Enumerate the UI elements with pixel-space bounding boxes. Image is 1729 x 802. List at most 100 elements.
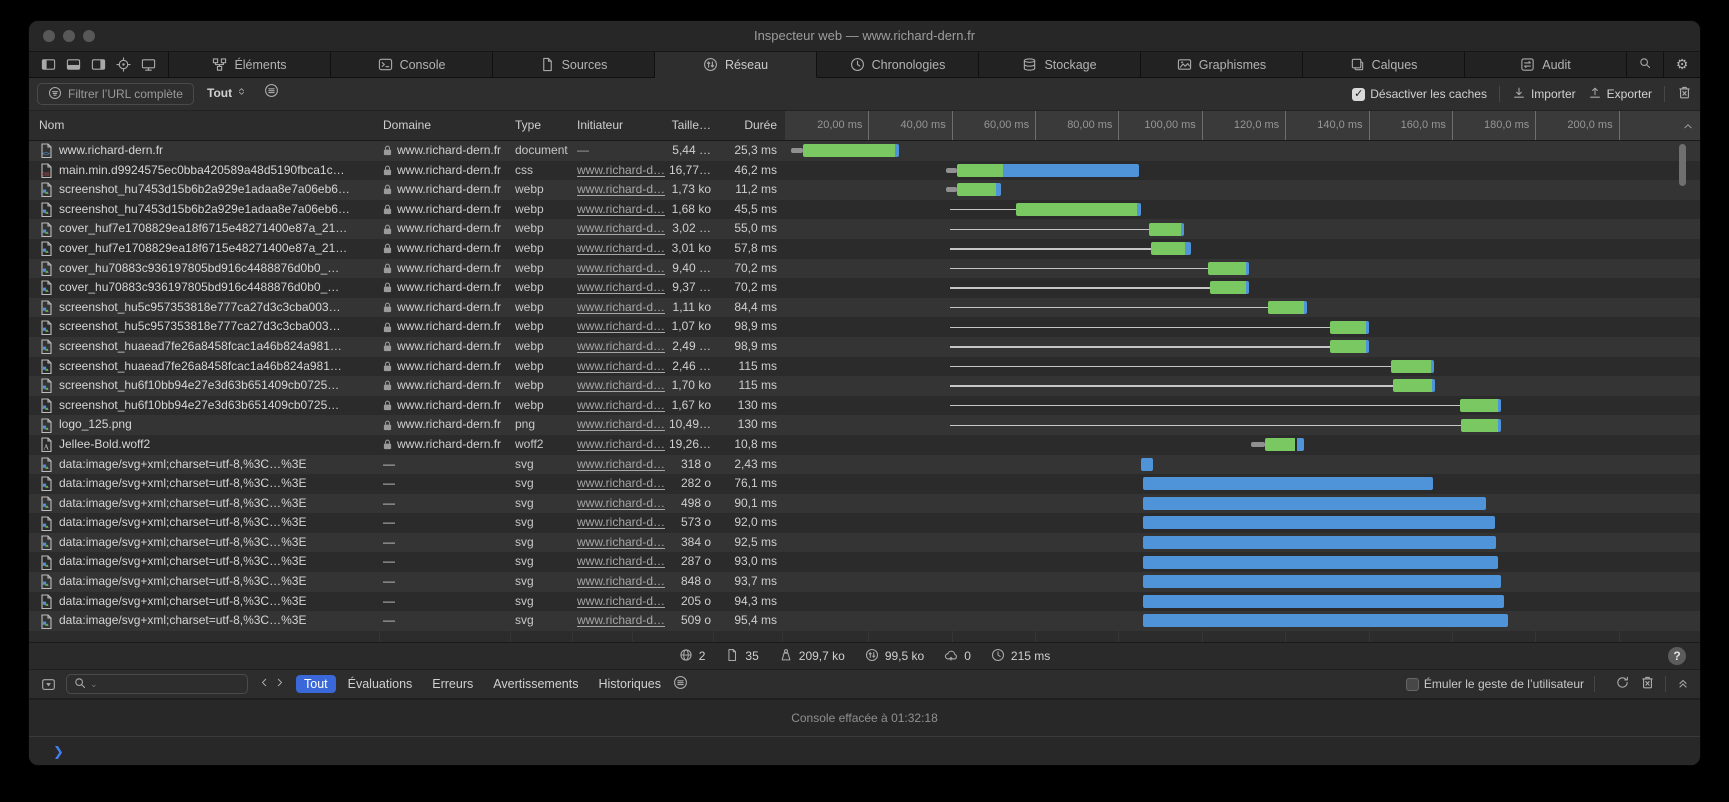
resource-duration: 90,1 ms — [715, 494, 777, 514]
resource-size: 5,44 … — [637, 141, 711, 161]
options-circle-icon[interactable] — [264, 83, 279, 103]
waterfall-response-bar — [1391, 360, 1431, 373]
table-row[interactable]: data:image/svg+xml;charset=utf-8,%3C…%3E… — [29, 455, 1700, 475]
table-row[interactable]: data:image/svg+xml;charset=utf-8,%3C…%3E… — [29, 474, 1700, 494]
collapse-chevrons-icon[interactable] — [1676, 676, 1690, 693]
ruler-tick-label: 160,0 ms — [1368, 111, 1446, 140]
nav-forward-chevron-icon[interactable] — [273, 676, 286, 692]
refresh-icon[interactable] — [1615, 675, 1630, 693]
status-bar: 2 35 209,7 ko 99,5 ko 0 215 ms ? — [29, 643, 1700, 670]
table-row[interactable]: screenshot_hu7453d15b6b2a929e1adaa8e7a06… — [29, 200, 1700, 220]
table-row[interactable]: <>www.richard-dern.frwww.richard-dern.fr… — [29, 141, 1700, 161]
console-collapse-icon[interactable] — [41, 677, 56, 692]
table-row[interactable]: cover_hu70883c936197805bd916c4488876d0b0… — [29, 278, 1700, 298]
resource-size: 205 o — [637, 592, 711, 612]
tab-stockage[interactable]: Stockage — [979, 52, 1141, 78]
console-prompt[interactable]: ❯ — [29, 737, 1700, 766]
disable-caches-toggle[interactable]: ✓ Désactiver les caches — [1352, 87, 1487, 101]
table-row[interactable]: screenshot_huaead7fe26a8458fcac1a46b824a… — [29, 357, 1700, 377]
layers-icon — [1350, 57, 1365, 72]
resource-duration: 57,8 ms — [715, 239, 777, 259]
url-filter-input[interactable]: Filtrer l’URL complète — [37, 83, 194, 105]
element-picker-icon[interactable] — [116, 57, 131, 72]
console-icon — [378, 57, 393, 72]
table-row[interactable]: screenshot_hu7453d15b6b2a929e1adaa8e7a06… — [29, 180, 1700, 200]
resource-name: data:image/svg+xml;charset=utf-8,%3C…%3E — [59, 513, 375, 533]
console-filter-tout[interactable]: Tout — [296, 675, 336, 693]
tab-audit[interactable]: Audit — [1465, 52, 1627, 78]
dock-bottom-icon[interactable] — [66, 57, 81, 72]
tab-reseau[interactable]: Réseau — [655, 52, 817, 78]
device-icon[interactable] — [141, 57, 156, 72]
tab-console[interactable]: Console — [331, 52, 493, 78]
resource-name: screenshot_hu7453d15b6b2a929e1adaa8e7a06… — [59, 180, 375, 200]
table-row[interactable]: screenshot_hu5c957353818e777ca27d3c3cba0… — [29, 298, 1700, 318]
screen: Inspecteur web — www.richard-dern.fr Élé… — [0, 0, 1729, 802]
table-row[interactable]: data:image/svg+xml;charset=utf-8,%3C…%3E… — [29, 552, 1700, 572]
clear-network-trash-icon[interactable] — [1677, 85, 1692, 103]
table-row[interactable]: data:image/svg+xml;charset=utf-8,%3C…%3E… — [29, 494, 1700, 514]
console-filter-historiques[interactable]: Historiques — [590, 675, 669, 693]
dock-right-icon[interactable] — [91, 57, 106, 72]
column-header-initiator[interactable]: Initiateur — [577, 111, 623, 140]
table-row[interactable]: data:image/svg+xml;charset=utf-8,%3C…%3E… — [29, 592, 1700, 612]
table-row[interactable]: data:image/svg+xml;charset=utf-8,%3C…%3E… — [29, 533, 1700, 553]
column-header-domain[interactable]: Domaine — [383, 111, 431, 140]
import-button[interactable]: Importer — [1512, 86, 1576, 103]
waterfall-wait-line — [950, 248, 1151, 249]
tab-graphismes[interactable]: Graphismes — [1141, 52, 1303, 78]
tab-chronologies[interactable]: Chronologies — [817, 52, 979, 78]
waterfall-response-bar — [803, 144, 896, 157]
dock-left-icon[interactable] — [41, 57, 56, 72]
tab-calques[interactable]: Calques — [1303, 52, 1465, 78]
nav-back-chevron-icon[interactable] — [258, 676, 271, 692]
type-filter-select[interactable]: Tout — [207, 83, 247, 103]
tab-sources[interactable]: Sources — [493, 52, 655, 78]
column-header-size[interactable]: Taille… — [637, 111, 711, 140]
resource-name: data:image/svg+xml;charset=utf-8,%3C…%3E — [59, 455, 375, 475]
search-button[interactable] — [1627, 52, 1664, 78]
table-row[interactable]: data:image/svg+xml;charset=utf-8,%3C…%3E… — [29, 513, 1700, 533]
table-row[interactable]: cover_hu70883c936197805bd916c4488876d0b0… — [29, 259, 1700, 279]
settings-button[interactable]: ⚙ — [1664, 52, 1700, 78]
file-type-icon — [39, 533, 55, 553]
tab-label: Éléments — [234, 58, 286, 72]
table-row[interactable]: data:image/svg+xml;charset=utf-8,%3C…%3E… — [29, 572, 1700, 592]
resource-duration: 11,2 ms — [715, 180, 777, 200]
vertical-scrollbar-thumb[interactable] — [1679, 144, 1686, 186]
resource-size: 384 o — [637, 533, 711, 553]
table-row[interactable]: screenshot_huaead7fe26a8458fcac1a46b824a… — [29, 337, 1700, 357]
table-row[interactable]: cover_huf7e1708829ea18f6715e48271400e87a… — [29, 219, 1700, 239]
help-button[interactable]: ? — [1668, 647, 1686, 665]
scroll-up-chevron-icon[interactable] — [1673, 111, 1701, 140]
console-filter-erreurs[interactable]: Erreurs — [424, 675, 481, 693]
console-filter-options-icon[interactable] — [673, 675, 688, 693]
import-icon — [1512, 86, 1526, 103]
emulate-user-gesture-toggle[interactable]: Émuler le geste de l’utilisateur — [1406, 677, 1584, 691]
resource-duration: 92,0 ms — [715, 513, 777, 533]
resource-duration: 115 ms — [715, 357, 777, 377]
console-filter-evaluations[interactable]: Évaluations — [340, 675, 421, 693]
table-row[interactable]: screenshot_hu6f10bb94e27e3d63b651409cb07… — [29, 396, 1700, 416]
table-row[interactable]: cssmain.min.d9924575ec0bba420589a48d5190… — [29, 161, 1700, 181]
column-header-name[interactable]: Nom — [39, 111, 64, 140]
console-filter-avertissements[interactable]: Avertissements — [485, 675, 586, 693]
table-row[interactable]: cover_huf7e1708829ea18f6715e48271400e87a… — [29, 239, 1700, 259]
column-header-type[interactable]: Type — [515, 111, 541, 140]
resource-size: 19,26… — [637, 435, 711, 455]
table-row[interactable]: screenshot_hu5c957353818e777ca27d3c3cba0… — [29, 317, 1700, 337]
column-header-duration[interactable]: Durée — [715, 111, 777, 140]
table-row[interactable]: AJellee-Bold.woff2www.richard-dern.frwof… — [29, 435, 1700, 455]
file-type-icon — [39, 298, 55, 318]
resource-name: data:image/svg+xml;charset=utf-8,%3C…%3E — [59, 572, 375, 592]
resource-size: 16,77… — [637, 161, 711, 181]
table-row[interactable]: data:image/svg+xml;charset=utf-8,%3C…%3E… — [29, 611, 1700, 631]
tab-elements[interactable]: Éléments — [169, 52, 331, 78]
console-search-input[interactable]: ⌄ — [66, 674, 248, 694]
table-row[interactable]: screenshot_hu6f10bb94e27e3d63b651409cb07… — [29, 376, 1700, 396]
table-row[interactable]: logo_125.pngwww.richard-dern.frpngwww.ri… — [29, 415, 1700, 435]
title-bar[interactable]: Inspecteur web — www.richard-dern.fr — [29, 21, 1700, 52]
clear-console-trash-icon[interactable] — [1640, 675, 1655, 693]
file-type-icon — [39, 474, 55, 494]
export-button[interactable]: Exporter — [1588, 86, 1652, 103]
